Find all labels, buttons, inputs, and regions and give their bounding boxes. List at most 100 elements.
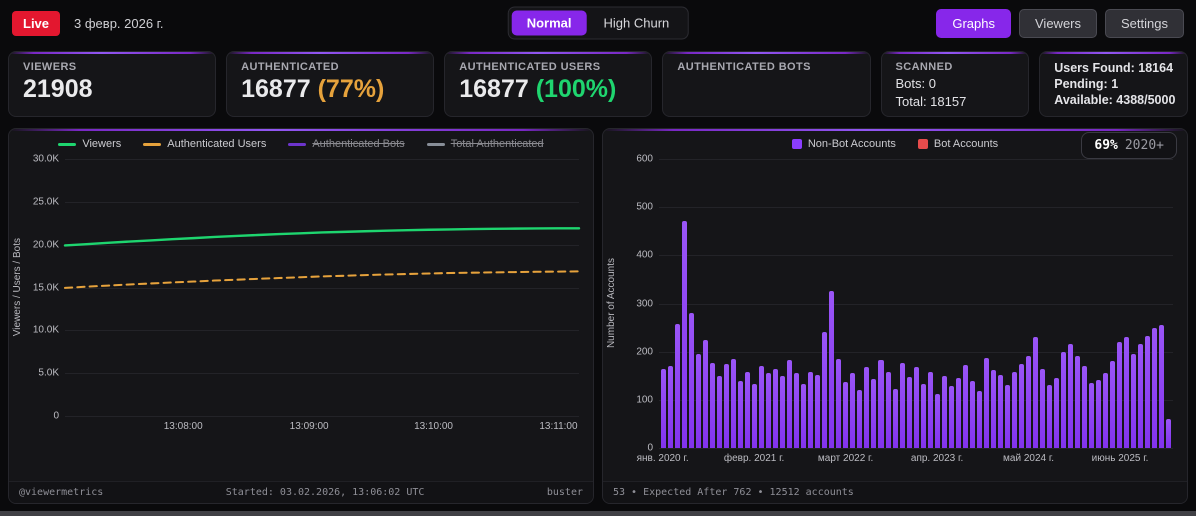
accounts-2020-badge: 69% 2020+	[1081, 132, 1177, 159]
line-chart-body: Viewers / Users / Bots 0 5.0K 10.0K 15.0K 20…	[9, 154, 593, 422]
account-month-bar	[934, 394, 940, 448]
authenticated-users-percent: (100%)	[535, 75, 617, 103]
account-month-bar	[1131, 354, 1137, 448]
y-tick-label: 0	[53, 410, 59, 422]
account-month-bar	[969, 380, 975, 448]
legend-item-authenticated-users[interactable]: Authenticated Users	[143, 138, 266, 150]
legend-item-total-authenticated[interactable]: Total Authenticated	[426, 138, 544, 150]
account-month-bar	[1067, 344, 1073, 448]
account-month-bar	[878, 360, 884, 448]
y-tick-label: 200	[636, 346, 653, 358]
y-tick-label: 300	[636, 298, 653, 309]
account-month-bar	[983, 358, 989, 448]
watermark-handle: @viewermetrics	[19, 487, 104, 498]
viewers-value: 21908	[23, 75, 93, 103]
account-month-bar	[808, 372, 814, 448]
account-month-bar	[815, 375, 821, 448]
stats-cards-row: VIEWERS 21908 AUTHENTICATED 16877 (77%) …	[0, 46, 1196, 128]
y-tick-label: 400	[636, 249, 653, 261]
account-month-bar	[1110, 361, 1116, 448]
legend-line-swatch	[426, 142, 445, 146]
viewers-tab-button[interactable]: Viewers	[1019, 8, 1098, 38]
line-chart-y-ticks: 0 5.0K 10.0K 15.0K 20.0K 25.0K 30.0K	[25, 154, 65, 422]
account-month-bar	[899, 363, 905, 448]
authenticated-stat-card: AUTHENTICATED 16877 (77%)	[226, 51, 435, 117]
y-tick-label: 100	[636, 394, 653, 406]
series-line-authenticated-users	[63, 270, 581, 289]
line-chart-y-axis-label: Viewers / Users / Bots	[11, 238, 23, 337]
x-tick-label: 13:11:00	[539, 421, 578, 432]
bar-chart-legend-row: Non-Bot Accounts Bot Accounts 69% 2020+	[603, 129, 1187, 159]
settings-tab-button[interactable]: Settings	[1105, 8, 1184, 38]
mode-toggle: Normal High Churn	[507, 6, 689, 40]
account-month-bar	[801, 384, 807, 448]
bottom-edge-strip	[0, 511, 1196, 516]
account-month-bar	[1095, 379, 1101, 448]
mode-normal-button[interactable]: Normal	[511, 10, 587, 36]
badge-percent: 69%	[1094, 138, 1118, 153]
legend-item-viewers[interactable]: Viewers	[58, 138, 121, 150]
line-chart-spacer	[9, 438, 593, 481]
legend-item-bot-accounts[interactable]: Bot Accounts	[917, 138, 999, 150]
legend-line-swatch	[143, 142, 162, 146]
x-tick-label: февр. 2021 г.	[723, 453, 785, 464]
account-month-bar	[920, 384, 926, 448]
y-tick-label: 15.0K	[32, 282, 59, 293]
authenticated-users-stat-card: AUTHENTICATED USERS 16877 (100%)	[444, 51, 653, 117]
scan-progress-summary: 53 • Expected After 762 • 12512 accounts	[613, 487, 854, 498]
account-month-bar	[1074, 356, 1080, 448]
series-line-viewers	[63, 227, 581, 247]
live-status-group: Live 3 февр. 2026 г.	[12, 10, 163, 36]
account-month-bar	[885, 371, 891, 448]
legend-label: Bot Accounts	[933, 138, 999, 150]
account-month-bar	[1117, 342, 1123, 448]
legend-item-non-bot-accounts[interactable]: Non-Bot Accounts	[791, 138, 896, 150]
authenticated-percent: (77%)	[317, 75, 385, 103]
account-month-bar	[836, 358, 842, 448]
legend-label: Viewers	[82, 138, 122, 150]
account-month-bar	[913, 367, 919, 448]
gridline	[65, 416, 579, 417]
legend-item-authenticated-bots[interactable]: Authenticated Bots	[288, 138, 405, 150]
account-month-bar	[1088, 382, 1094, 448]
account-month-bar	[710, 363, 716, 448]
session-start-time: Started: 03.02.2026, 13:06:02 UTC	[225, 487, 425, 498]
bar-chart-spacer	[603, 470, 1187, 481]
account-month-bar	[892, 389, 898, 448]
account-month-bar	[1018, 363, 1024, 448]
account-month-bar	[955, 377, 961, 448]
account-month-bar	[780, 376, 786, 448]
account-month-bar	[773, 369, 779, 448]
bar-chart-y-axis-label: Number of Accounts	[605, 258, 617, 349]
line-chart-plot	[63, 159, 581, 417]
account-month-bar	[941, 375, 947, 448]
account-month-bar	[822, 331, 828, 448]
account-month-bar	[976, 391, 982, 448]
live-badge: Live	[12, 10, 61, 36]
scanned-label: SCANNED	[895, 61, 953, 73]
x-tick-label: 13:09:00	[289, 421, 329, 432]
account-month-bar	[864, 367, 870, 448]
legend-square-swatch	[917, 139, 928, 149]
authenticated-users-number: 16877	[459, 75, 529, 103]
account-month-bar	[962, 365, 968, 448]
x-tick-label: янв. 2020 г.	[636, 453, 689, 464]
viewers-line-chart-card: Viewers Authenticated Users Authenticated …	[8, 128, 594, 504]
account-month-bar	[1102, 373, 1108, 448]
line-chart-series-svg	[63, 227, 581, 289]
y-tick-label: 5.0K	[38, 367, 59, 379]
account-month-bar	[689, 312, 695, 448]
graphs-tab-button[interactable]: Graphs	[936, 8, 1011, 38]
account-month-bar	[948, 386, 954, 448]
account-month-bar	[752, 384, 758, 448]
account-month-bar	[724, 364, 730, 448]
account-month-bar	[1053, 377, 1059, 448]
y-tick-label: 0	[647, 442, 653, 454]
mode-high-churn-button[interactable]: High Churn	[589, 11, 685, 36]
y-tick-label: 600	[636, 153, 653, 165]
account-month-bar	[990, 369, 996, 448]
account-month-bar	[731, 358, 737, 448]
accounts-bar-chart-card: Non-Bot Accounts Bot Accounts 69% 2020+ Nu…	[602, 128, 1188, 504]
badge-suffix: 2020+	[1124, 138, 1164, 153]
scanned-stat-card: SCANNED Bots: 0 Total: 18157	[880, 51, 1030, 117]
